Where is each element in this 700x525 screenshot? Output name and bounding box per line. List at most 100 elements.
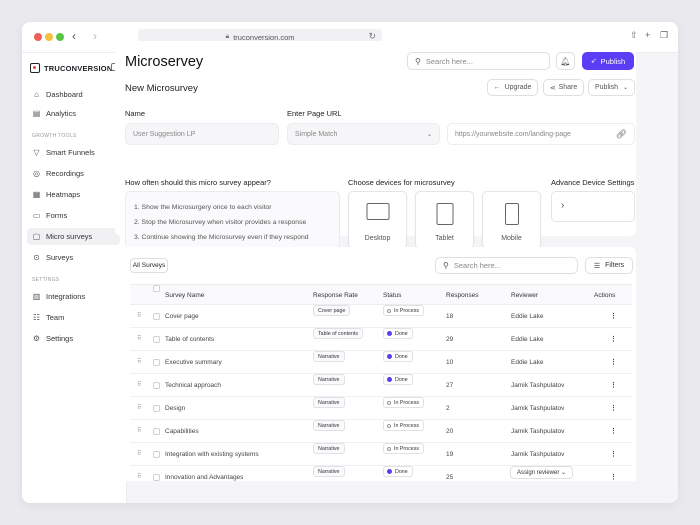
more-actions-icon[interactable]: ⋮ (610, 374, 617, 397)
responses-cell: 27 (446, 382, 454, 389)
filters-button[interactable]: ☰ Filters (585, 257, 633, 274)
upgrade-label: Upgrade (504, 84, 532, 91)
share-button[interactable]: ⋖ Share (543, 79, 584, 96)
drag-handle-icon[interactable]: ⠿ (137, 351, 141, 374)
device-mobile[interactable]: Mobile (482, 191, 541, 249)
sidebar-item-forms[interactable]: ▭ Forms (27, 207, 120, 224)
frequency-option-3[interactable]: 3. Continue showing the Microsurvey even… (134, 230, 339, 245)
more-actions-icon[interactable]: ⋮ (610, 351, 617, 374)
row-checkbox[interactable] (153, 382, 160, 389)
advance-device-settings[interactable]: › (551, 191, 635, 222)
mobile-icon (504, 203, 519, 225)
form-subtitle: New Microsurvey (125, 83, 198, 94)
row-checkbox[interactable] (153, 336, 160, 343)
frequency-option-2[interactable]: 2. Stop the Microsurvey when visitor pro… (134, 215, 339, 230)
status-label: Done (395, 353, 408, 360)
sidebar-item-recordings[interactable]: ◎ Recordings (27, 165, 120, 182)
more-actions-icon[interactable]: ⋮ (610, 328, 617, 351)
device-desktop[interactable]: Desktop (348, 191, 407, 249)
survey-name-cell: Integration with existing systems (165, 451, 259, 458)
tabs-overview-icon[interactable]: ❐ (660, 30, 668, 41)
row-checkbox[interactable] (153, 359, 160, 366)
row-checkbox[interactable] (153, 474, 160, 481)
match-type-select[interactable]: Simple Match ⌄ (287, 123, 440, 145)
column-reviewer[interactable]: Reviewer (511, 285, 538, 306)
all-surveys-filter[interactable]: All Surveys (130, 258, 168, 273)
row-checkbox[interactable] (153, 451, 160, 458)
sidebar-item-settings[interactable]: ⚙ Settings (27, 330, 120, 347)
column-response-rate[interactable]: Response Rate (313, 285, 358, 306)
responses-cell: 25 (446, 474, 454, 481)
drag-handle-icon[interactable]: ⠿ (137, 466, 141, 481)
drag-handle-icon[interactable]: ⠿ (137, 420, 141, 443)
device-label: Desktop (364, 235, 391, 242)
survey-name-cell: Executive summary (165, 359, 222, 366)
select-all-checkbox[interactable] (153, 285, 160, 292)
more-actions-icon[interactable]: ⋮ (610, 466, 617, 481)
drag-handle-icon[interactable]: ⠿ (137, 374, 141, 397)
sidebar-item-dashboard[interactable]: ⌂ Dashboard (27, 86, 120, 103)
table-row[interactable]: ⠿ Design Narrative In Process 2 Jamik Ta… (130, 397, 632, 420)
device-tablet[interactable]: Tablet (415, 191, 474, 249)
publish-button[interactable]: ➶ Publish (582, 52, 634, 70)
drag-handle-icon[interactable]: ⠿ (137, 443, 141, 466)
row-checkbox[interactable] (153, 428, 160, 435)
sidebar-item-analytics[interactable]: ▤ Analytics (27, 105, 120, 122)
section-title-settings: SETTINGS (32, 277, 60, 283)
table-row[interactable]: ⠿ Cover page Cover page In Process 18 Ed… (130, 305, 632, 328)
sidebar-item-integrations[interactable]: ▥ Integrations (27, 288, 120, 305)
table-row[interactable]: ⠿ Executive summary Narrative Done 10 Ed… (130, 351, 632, 374)
row-checkbox[interactable] (153, 313, 160, 320)
table-row[interactable]: ⠿ Capabilities Narrative In Process 20 J… (130, 420, 632, 443)
column-status[interactable]: Status (383, 285, 401, 306)
drag-handle-icon[interactable]: ⠿ (137, 397, 141, 420)
status-label: In Process (394, 422, 420, 429)
notification-button[interactable]: 🔔︎ (556, 52, 575, 70)
forward-icon[interactable]: › (93, 29, 97, 43)
column-responses[interactable]: Responses (446, 285, 479, 306)
column-survey-name[interactable]: Survey Name (165, 285, 204, 306)
more-actions-icon[interactable]: ⋮ (610, 305, 617, 328)
response-rate-tag: Table of contents (313, 328, 364, 339)
sidebar-item-smart-funnels[interactable]: ▽ Smart Funnels (27, 144, 120, 161)
row-checkbox[interactable] (153, 405, 160, 412)
response-rate-tag: Narrative (313, 397, 345, 408)
share-page-icon[interactable]: ⇧ (630, 30, 638, 41)
frequency-option-1[interactable]: 1. Show the Microsurgery once to each vi… (134, 200, 339, 215)
table-row[interactable]: ⠿ Table of contents Table of contents Do… (130, 328, 632, 351)
page-url-field[interactable]: https://yourwebsite.com/landing-page 🔗︎ (447, 123, 635, 145)
table-search-input[interactable]: ⚲ Search here... (435, 257, 578, 274)
match-type-value: Simple Match (295, 130, 338, 138)
drag-handle-icon[interactable]: ⠿ (137, 305, 141, 328)
search-icon: ⚲ (415, 56, 421, 66)
close-window-button[interactable] (34, 33, 42, 41)
response-rate-tag: Narrative (313, 374, 345, 385)
publish-dropdown[interactable]: Publish ⌄ (588, 79, 635, 96)
logo-mark-icon (30, 63, 40, 73)
table-row[interactable]: ⠿ Integration with existing systems Narr… (130, 443, 632, 466)
responses-cell: 10 (446, 359, 454, 366)
sidebar-item-micro-surveys[interactable]: ▢ Micro surveys (27, 228, 120, 245)
sidebar-item-team[interactable]: ☷ Team (27, 309, 120, 326)
table-row[interactable]: ⠿ Technical approach Narrative Done 27 J… (130, 374, 632, 397)
search-input[interactable]: ⚲ Search here... (407, 52, 550, 70)
reviewer-cell: Jamik Tashpulatov (511, 405, 565, 412)
more-actions-icon[interactable]: ⋮ (610, 397, 617, 420)
upgrade-button[interactable]: ← Upgrade (487, 79, 538, 96)
name-field[interactable]: User Suggestion LP (125, 123, 279, 145)
table-row[interactable]: ⠿ Innovation and Advantages Narrative Do… (130, 466, 632, 481)
status-badge: In Process (383, 420, 425, 431)
drag-handle-icon[interactable]: ⠿ (137, 328, 141, 351)
chevron-down-icon: ⌄ (426, 131, 432, 138)
back-icon[interactable]: ‹ (72, 29, 76, 43)
new-tab-icon[interactable]: + (645, 30, 650, 40)
sidebar-item-surveys[interactable]: ⊙ Surveys (27, 249, 120, 266)
sidebar-item-heatmaps[interactable]: ▦ Heatmaps (27, 186, 120, 203)
assign-reviewer-select[interactable]: Assign reviewer ⌄ (510, 466, 574, 479)
minimize-window-button[interactable] (45, 33, 53, 41)
sidebar-item-label: Micro surveys (46, 232, 93, 241)
maximize-window-button[interactable] (56, 33, 64, 41)
survey-name-cell: Technical approach (165, 382, 222, 389)
more-actions-icon[interactable]: ⋮ (610, 420, 617, 443)
more-actions-icon[interactable]: ⋮ (610, 443, 617, 466)
